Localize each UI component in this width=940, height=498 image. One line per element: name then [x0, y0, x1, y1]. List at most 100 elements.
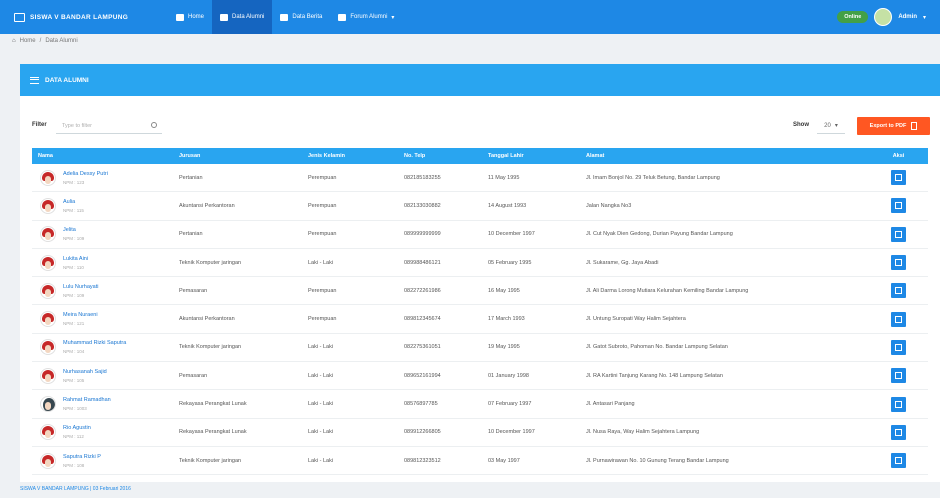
alumni-name[interactable]: Meira Nuraeni	[63, 312, 98, 318]
cell-jurusan: Teknik Komputer jaringan	[179, 457, 242, 464]
page-size-select[interactable]: 20 ▾	[817, 118, 845, 134]
cell-jenis-kelamin: Laki - Laki	[308, 457, 334, 464]
cell-aksi	[869, 255, 928, 271]
table-row: Nurhasanah Sajid NPM : 105 Pemasaran Lak…	[32, 362, 928, 391]
cell-tanggal-lahir: 01 January 1998	[488, 372, 529, 379]
alumni-name[interactable]: Rahmat Ramadhan	[63, 397, 111, 403]
cell-alamat: Jl. Purnawirawan No. 10 Gunung Terang Ba…	[586, 457, 729, 464]
pdf-icon	[911, 122, 918, 130]
alumni-npm: NPM : 104	[63, 349, 85, 355]
cell-no-telp: 082272261986	[404, 287, 441, 294]
alumni-name[interactable]: Muhammad Rizki Saputra	[63, 340, 126, 346]
cell-alamat: Jl. Untung Suropati Way Halim Sejahtera	[586, 316, 686, 323]
detail-button[interactable]	[891, 255, 906, 271]
header-jurusan[interactable]: Jurusan	[179, 153, 308, 159]
detail-icon	[895, 372, 902, 380]
table-row: Adelia Dessy Putri NPM : 123 Pertanian P…	[32, 164, 928, 193]
cell-nama: Nurhasanah Sajid NPM : 105	[32, 367, 179, 384]
detail-button[interactable]	[891, 283, 906, 299]
nav-label: Data Berita	[292, 14, 323, 20]
user-name[interactable]: Admin	[898, 14, 917, 20]
detail-button[interactable]	[891, 226, 906, 242]
cell-no-telp: 08576897785	[404, 401, 438, 408]
header-nama[interactable]: Nama	[32, 153, 179, 159]
detail-button[interactable]	[891, 368, 906, 384]
cell-nama: Lukita Aini NPM : 110	[32, 254, 179, 271]
cell-aksi	[869, 339, 928, 355]
cell-tanggal-lahir: 10 December 1997	[488, 231, 535, 238]
table-row: Aulia NPM : 115 Akuntansi Perkantoran Pe…	[32, 192, 928, 221]
avatar	[40, 367, 56, 384]
table-row: Jelita NPM : 109 Pertanian Perempuan 089…	[32, 221, 928, 249]
cell-jenis-kelamin: Perempuan	[308, 202, 337, 209]
detail-icon	[895, 457, 902, 465]
alumni-name[interactable]: Rio Agustin	[63, 425, 91, 431]
home-icon: ⌂	[12, 38, 16, 44]
table-row: Lulu Nurhayati NPM : 109 Pemasaran Perem…	[32, 277, 928, 306]
header-tanggal-lahir[interactable]: Tanggal Lahir	[488, 153, 586, 159]
breadcrumb-home[interactable]: Home	[20, 38, 36, 44]
cell-aksi	[869, 453, 928, 469]
detail-button[interactable]	[891, 339, 906, 355]
header-no-telp[interactable]: No. Telp	[404, 153, 488, 159]
cell-jenis-kelamin: Perempuan	[308, 287, 337, 294]
detail-button[interactable]	[891, 198, 906, 214]
table-row: Rio Agustin NPM : 112 Rekayasa Perangkat…	[32, 419, 928, 447]
avatar	[40, 424, 56, 441]
forum-icon	[338, 13, 347, 21]
avatar	[40, 452, 56, 469]
cell-jurusan: Rekayasa Perangkat Lunak	[179, 401, 247, 408]
nav-label: Data Alumni	[232, 14, 265, 20]
cell-alamat: Jl. Ali Darma Lorong Mutiara Kelurahan K…	[586, 287, 749, 294]
cell-nama: Lulu Nurhayati NPM : 109	[32, 282, 179, 299]
detail-button[interactable]	[891, 396, 906, 412]
cell-no-telp: 089812323512	[404, 457, 441, 464]
cell-alamat: Jl. Cut Nyak Dien Gedong, Durian Payung …	[586, 231, 733, 238]
chevron-down-icon[interactable]: ▾	[923, 14, 926, 21]
alumni-name[interactable]: Lukita Aini	[63, 256, 88, 262]
brand[interactable]: SISWA V BANDAR LAMPUNG	[0, 12, 168, 22]
avatar	[40, 197, 56, 214]
cell-jenis-kelamin: Perempuan	[308, 316, 337, 323]
avatar	[40, 282, 56, 299]
alumni-name[interactable]: Nurhasanah Sajid	[63, 369, 107, 375]
breadcrumb-current: Data Alumni	[45, 38, 78, 44]
cell-tanggal-lahir: 07 February 1997	[488, 401, 532, 408]
detail-button[interactable]	[891, 453, 906, 469]
header-jenis-kelamin[interactable]: Jenis Kelamin	[308, 153, 404, 159]
detail-button[interactable]	[891, 311, 906, 327]
cell-aksi	[869, 311, 928, 327]
filter-label: Filter	[32, 122, 47, 128]
cell-aksi	[869, 198, 928, 214]
cell-jenis-kelamin: Laki - Laki	[308, 344, 334, 351]
cell-alamat: Jl. Antasari Panjang	[586, 401, 635, 408]
chevron-down-icon: ▾	[391, 14, 395, 21]
avatar	[40, 169, 56, 186]
detail-button[interactable]	[891, 424, 906, 440]
avatar[interactable]	[874, 8, 893, 26]
export-pdf-button[interactable]: Export to PDF	[857, 117, 930, 135]
header-alamat[interactable]: Alamat	[586, 153, 869, 159]
cell-no-telp: 089999999999	[404, 231, 441, 238]
cell-alamat: Jalan Nangka No3	[586, 202, 632, 209]
alumni-name[interactable]: Jelita	[63, 227, 84, 233]
nav-home[interactable]: Home	[168, 0, 212, 34]
cell-tanggal-lahir: 14 August 1993	[488, 202, 527, 209]
table-icon	[220, 13, 229, 21]
detail-button[interactable]	[891, 170, 906, 186]
alumni-name[interactable]: Adelia Dessy Putri	[63, 171, 108, 177]
alumni-npm: NPM : 110	[63, 264, 84, 270]
table-row: Muhammad Rizki Saputra NPM : 104 Teknik …	[32, 334, 928, 363]
nav-forum-alumni[interactable]: Forum Alumni ▾	[330, 0, 402, 34]
cell-tanggal-lahir: 19 May 1995	[488, 344, 520, 351]
status-badge: Online	[837, 11, 869, 23]
page-size-value: 20	[824, 122, 831, 129]
detail-icon	[895, 400, 902, 408]
filter-input[interactable]	[56, 118, 162, 134]
alumni-name[interactable]: Aulia	[63, 199, 84, 205]
alumni-name[interactable]: Lulu Nurhayati	[63, 284, 98, 290]
alumni-name[interactable]: Saputra Rizki P	[63, 454, 101, 460]
cell-jenis-kelamin: Laki - Laki	[308, 429, 334, 436]
nav-data-alumni[interactable]: Data Alumni	[212, 0, 273, 34]
nav-data-berita[interactable]: Data Berita	[272, 0, 330, 34]
